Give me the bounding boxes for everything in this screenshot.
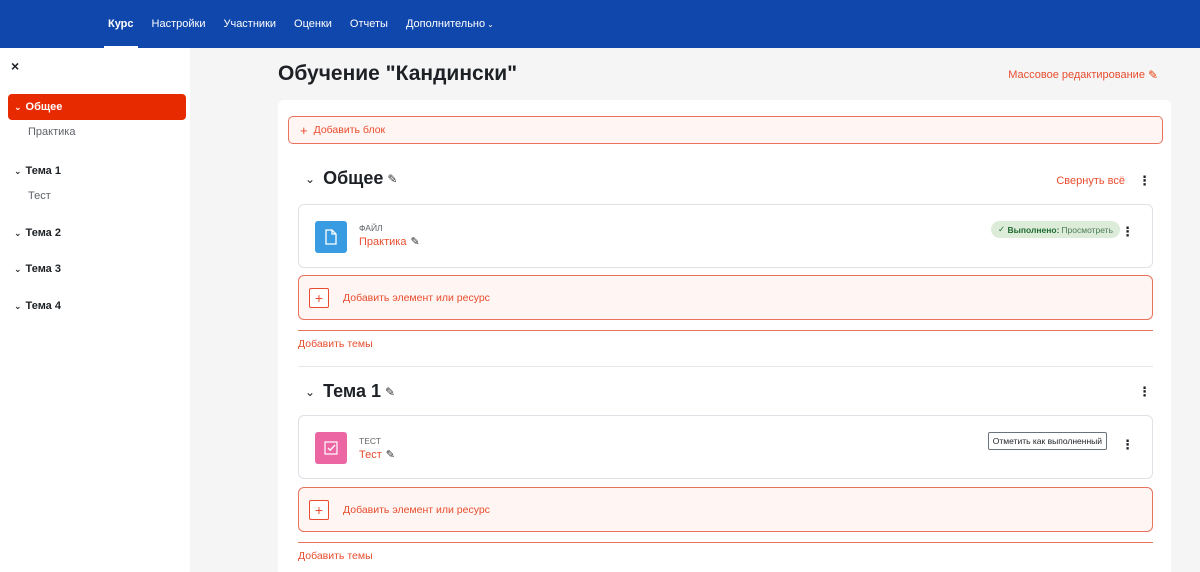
tab-grades[interactable]: Оценки <box>294 0 332 48</box>
chevron-down-icon: ⌄ <box>14 263 22 274</box>
activity-name-link[interactable]: Практика ✎ <box>359 235 420 249</box>
top-navigation: Курс Настройки Участники Оценки Отчеты Д… <box>0 0 1200 48</box>
section-title-topic-1: ⌄ Тема 1 ✎ <box>305 381 396 401</box>
section-title-general: ⌄ Общее ✎ <box>305 168 398 188</box>
sidebar-item-test[interactable]: Тест <box>28 190 51 202</box>
sidebar-section-topic-4[interactable]: ⌄ Тема 4 <box>8 293 186 319</box>
collapse-all-link[interactable]: Свернуть всё <box>1056 175 1125 187</box>
add-block-button[interactable]: + Добавить блок <box>288 116 1163 144</box>
pencil-icon: ✎ <box>1147 68 1158 82</box>
add-topics-link[interactable]: Добавить темы <box>298 550 373 562</box>
file-icon <box>315 221 347 253</box>
pencil-icon[interactable]: ✎ <box>387 172 397 186</box>
chevron-down-icon: ⌄ <box>14 101 22 112</box>
plus-icon: + <box>309 287 329 308</box>
pencil-icon[interactable]: ✎ <box>385 385 395 399</box>
tab-more[interactable]: Дополнительно ⌄ <box>406 0 494 48</box>
close-drawer-icon[interactable]: × <box>11 58 19 74</box>
activity-type-label: ТЕСТ <box>359 436 381 446</box>
chevron-down-icon: ⌄ <box>14 165 22 176</box>
tab-course[interactable]: Курс <box>104 0 137 48</box>
tab-participants[interactable]: Участники <box>223 0 276 48</box>
pencil-icon[interactable]: ✎ <box>410 235 419 248</box>
course-index-drawer: × ⌄ Общее Практика ⌄ Тема 1 Тест ⌄ Тема … <box>0 48 190 572</box>
mark-as-done-button[interactable]: Отметить как выполненный <box>987 432 1107 450</box>
chevron-down-icon: ⌄ <box>487 19 494 29</box>
sidebar-section-topic-1[interactable]: ⌄ Тема 1 <box>8 158 186 184</box>
check-icon: ✓ <box>997 224 1008 234</box>
plus-icon: + <box>309 499 329 520</box>
sidebar-section-general[interactable]: ⌄ Общее <box>8 94 186 120</box>
plus-icon: + <box>300 122 308 138</box>
page-title: Обучение "Кандински" <box>278 62 518 85</box>
activity-name-link[interactable]: Тест ✎ <box>359 448 395 462</box>
activity-type-label: ФАЙЛ <box>359 223 383 233</box>
add-activity-button[interactable]: + Добавить элемент или ресурс <box>298 487 1153 532</box>
sidebar-section-topic-3[interactable]: ⌄ Тема 3 <box>8 256 186 282</box>
pencil-icon[interactable]: ✎ <box>386 448 395 461</box>
tab-reports[interactable]: Отчеты <box>350 0 388 48</box>
section-menu-icon[interactable]: ⋮ <box>1138 385 1151 398</box>
quiz-icon <box>315 432 347 464</box>
activity-menu-icon[interactable]: ⋮ <box>1121 225 1134 238</box>
chevron-down-icon: ⌄ <box>14 300 22 311</box>
activity-file: ФАЙЛ Практика ✎ ✓ Выполнено: Просмотреть… <box>298 204 1153 268</box>
sidebar-item-practice[interactable]: Практика <box>28 126 75 138</box>
section-divider <box>298 330 1153 331</box>
chevron-down-icon[interactable]: ⌄ <box>305 385 315 399</box>
add-activity-button[interactable]: + Добавить элемент или ресурс <box>298 275 1153 320</box>
activity-quiz: ТЕСТ Тест ✎ Отметить как выполненный ⋮ <box>298 415 1153 479</box>
section-menu-icon[interactable]: ⋮ <box>1138 174 1151 187</box>
chevron-down-icon[interactable]: ⌄ <box>305 172 315 186</box>
completion-status-badge[interactable]: ✓ Выполнено: Просмотреть <box>990 221 1120 238</box>
section-divider <box>298 542 1153 543</box>
tab-settings[interactable]: Настройки <box>152 0 206 48</box>
sidebar-section-topic-2[interactable]: ⌄ Тема 2 <box>8 220 186 246</box>
activity-menu-icon[interactable]: ⋮ <box>1121 438 1134 451</box>
bulk-edit-link[interactable]: Массовое редактирование ✎ <box>1008 68 1158 82</box>
chevron-down-icon: ⌄ <box>14 227 22 238</box>
course-tabs: Курс Настройки Участники Оценки Отчеты Д… <box>104 0 512 48</box>
section-separator <box>298 366 1153 367</box>
add-topics-link[interactable]: Добавить темы <box>298 338 373 350</box>
